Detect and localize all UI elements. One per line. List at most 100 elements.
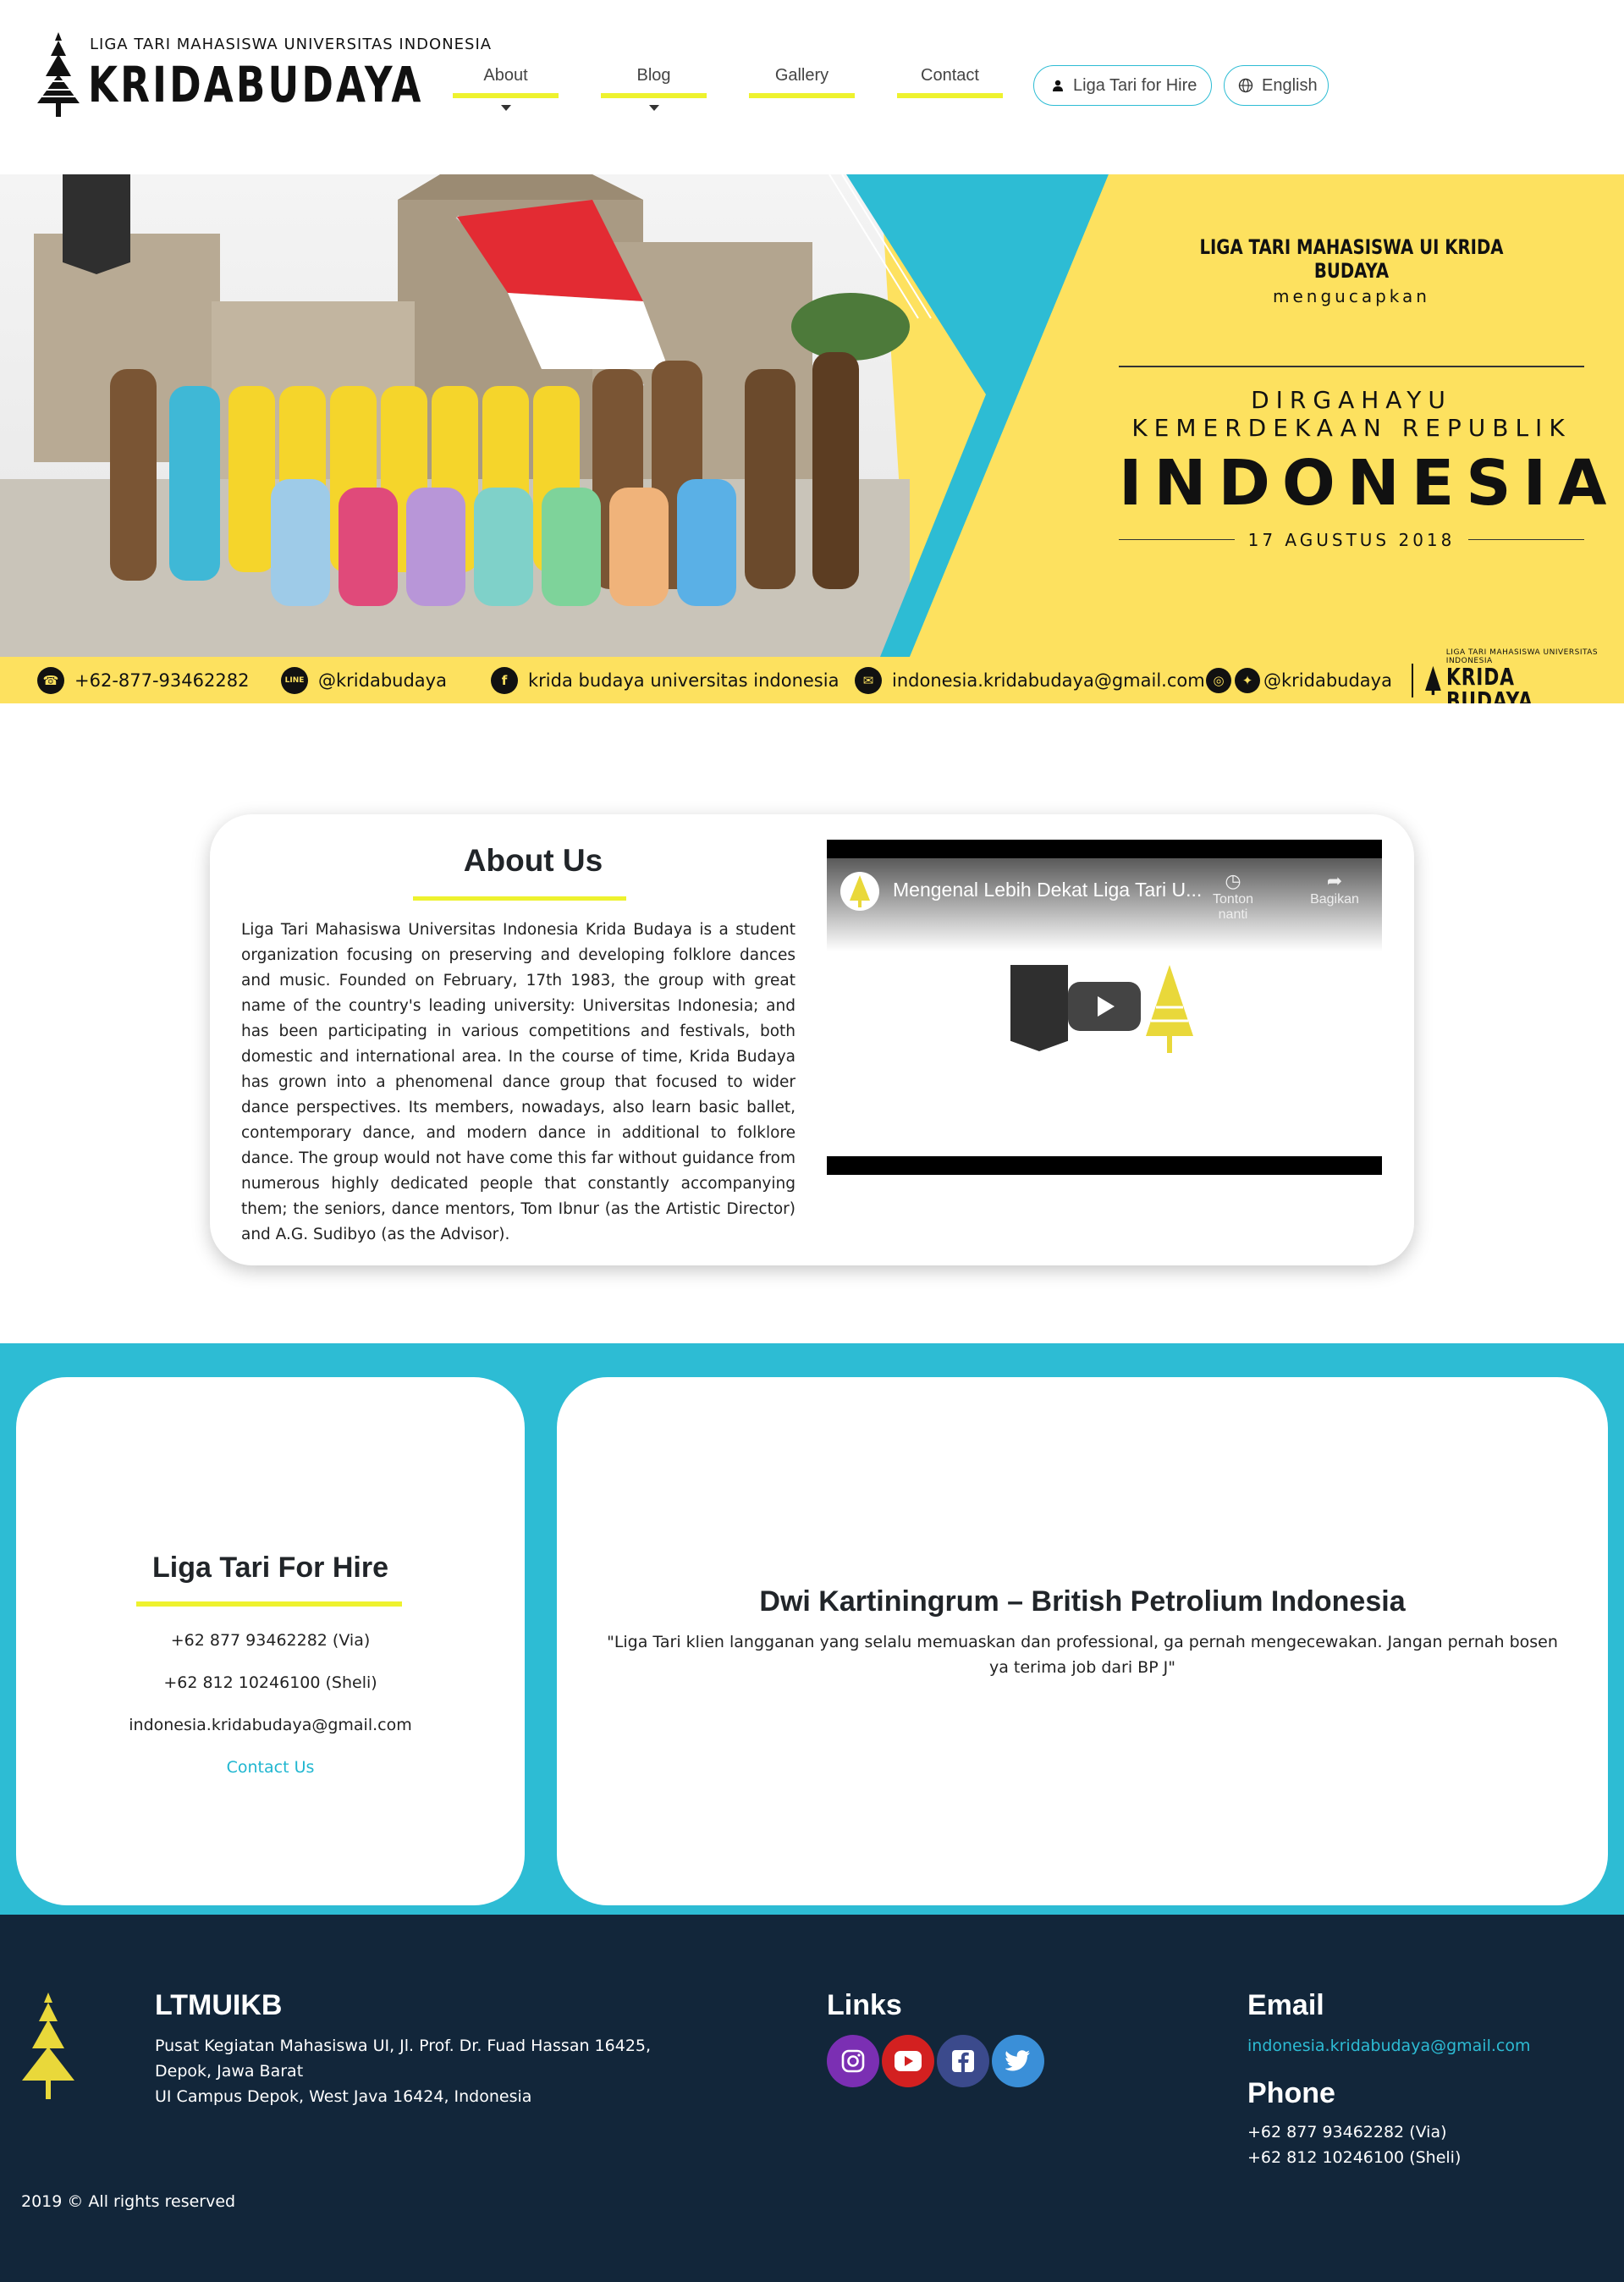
nav-contact-label: Contact xyxy=(921,66,979,85)
footer-address: Pusat Kegiatan Mahasiswa UI, Jl. Prof. D… xyxy=(155,2033,651,2109)
nav-gallery-label: Gallery xyxy=(774,66,829,85)
play-button-icon[interactable] xyxy=(1068,982,1141,1031)
kridabudaya-emblem-icon xyxy=(850,875,870,907)
footer-phone2: +62 812 10246100 (Sheli) xyxy=(1247,2148,1462,2167)
footer-social-links xyxy=(827,2035,1044,2087)
kridabudaya-emblem-icon xyxy=(1425,665,1441,696)
footer-links-title: Links xyxy=(827,1989,902,2021)
banner-divider xyxy=(1119,366,1584,367)
nav-gallery[interactable]: Gallery xyxy=(749,66,855,98)
brand-subtitle: LIGA TARI MAHASISWA UNIVERSITAS INDONESI… xyxy=(90,36,493,53)
strip-phone-text: +62-877-93462282 xyxy=(74,670,250,691)
site-logo[interactable]: LIGA TARI MAHASISWA UNIVERSITAS INDONESI… xyxy=(34,25,491,123)
hire-phone1: +62 877 93462282 (Via) xyxy=(170,1631,371,1650)
footer-address-line3: UI Campus Depok, West Java 16424, Indone… xyxy=(155,2087,532,2106)
language-button-label: English xyxy=(1262,75,1318,95)
hire-underline xyxy=(136,1601,402,1607)
youtube-icon[interactable] xyxy=(882,2035,934,2087)
phone-icon: ☎ xyxy=(37,666,64,694)
banner-text: LIGA TARI MAHASISWA UI KRIDA BUDAYA meng… xyxy=(1119,235,1619,550)
kridabudaya-emblem-icon xyxy=(37,32,80,117)
hire-title: Liga Tari For Hire xyxy=(152,1552,388,1584)
twitter-icon[interactable] xyxy=(992,2035,1044,2087)
strip-facebook-text: krida budaya universitas indonesia xyxy=(528,670,840,691)
strip-line-text: @kridabudaya xyxy=(318,670,447,691)
banner-line2: mengucapkan xyxy=(1273,286,1430,306)
banner-line4: INDONESIA xyxy=(1119,446,1619,520)
footer-email-link[interactable]: indonesia.kridabudaya@gmail.com xyxy=(1247,2037,1530,2055)
testimonial-quote: "Liga Tari klien langganan yang selalu m… xyxy=(607,1633,1558,1677)
footer-address-line1: Pusat Kegiatan Mahasiswa UI, Jl. Prof. D… xyxy=(155,2037,652,2055)
footer-address-line2: Depok, Jawa Barat xyxy=(155,2062,304,2081)
strip-social-text: @kridabudaya xyxy=(1263,670,1392,691)
nav-blog[interactable]: Blog xyxy=(601,66,707,111)
banner-date: 17 AGUSTUS 2018 xyxy=(1119,530,1584,550)
twitter-icon: ✦ xyxy=(1235,667,1260,693)
strip-brand: LIGA TARI MAHASISWA UNIVERSITAS INDONESI… xyxy=(1412,648,1624,703)
strip-line: LINE @kridabudaya xyxy=(281,666,447,694)
video-letterbox-top xyxy=(827,840,1382,858)
language-button[interactable]: English xyxy=(1224,65,1329,106)
ui-badge-icon xyxy=(63,174,130,274)
hire-email: indonesia.kridabudaya@gmail.com xyxy=(129,1716,412,1734)
globe-icon xyxy=(1238,78,1253,93)
site-header: LIGA TARI MAHASISWA UNIVERSITAS INDONESI… xyxy=(0,0,1624,174)
video-header: Mengenal Lebih Dekat Liga Tari U... ◷ To… xyxy=(827,858,1382,951)
video-title[interactable]: Mengenal Lebih Dekat Liga Tari U... xyxy=(893,879,1202,901)
instagram-icon[interactable] xyxy=(827,2035,879,2087)
main-nav: About Blog Gallery Contact xyxy=(453,66,1003,111)
caret-down-icon xyxy=(648,105,659,111)
strip-facebook: f krida budaya universitas indonesia xyxy=(491,666,840,694)
share-label: Bagikan xyxy=(1310,892,1359,907)
testimonial-name: Dwi Kartiningrum – British Petrolium Ind… xyxy=(759,1585,1406,1618)
strip-social: ◎ ✦ @kridabudaya xyxy=(1206,667,1392,693)
footer-copyright: 2019 © All rights reserved xyxy=(21,2192,236,2211)
banner-line3: DIRGAHAYU KEMERDEKAAN REPUBLIK xyxy=(1131,385,1572,442)
strip-email: ✉ indonesia.kridabudaya@gmail.com xyxy=(855,666,1205,694)
line-app-icon: LINE xyxy=(281,666,308,694)
strip-brand-main: KRIDA BUDAYA xyxy=(1445,663,1533,704)
contact-us-link[interactable]: Contact Us xyxy=(16,1758,525,1777)
footer-org-title: LTMUIKB xyxy=(155,1989,283,2021)
strip-phone: ☎ +62-877-93462282 xyxy=(37,666,250,694)
facebook-icon: f xyxy=(491,666,518,694)
hire-button[interactable]: Liga Tari for Hire xyxy=(1033,65,1212,106)
banner-date-text: 17 AGUSTUS 2018 xyxy=(1247,529,1456,550)
facebook-icon[interactable] xyxy=(937,2035,989,2087)
footer-phone-title: Phone xyxy=(1247,2077,1335,2109)
watch-later-label: Tonton nanti xyxy=(1212,892,1254,922)
about-underline xyxy=(413,896,626,901)
ui-badge-icon xyxy=(1010,965,1068,1051)
video-letterbox-bottom xyxy=(827,1156,1382,1175)
nav-blog-label: Blog xyxy=(636,66,671,85)
hire-phone2: +62 812 10246100 (Sheli) xyxy=(163,1673,377,1692)
about-text: Liga Tari Mahasiswa Universitas Indonesi… xyxy=(241,921,795,1243)
brand-name: KRIDABUDAYA xyxy=(88,56,424,113)
mail-icon: ✉ xyxy=(855,666,882,694)
kridabudaya-emblem-icon xyxy=(1146,965,1193,1053)
channel-avatar[interactable] xyxy=(840,872,879,911)
nav-contact[interactable]: Contact xyxy=(897,66,1003,98)
testimonial-card: Dwi Kartiningrum – British Petrolium Ind… xyxy=(557,1377,1608,1905)
hire-card: Liga Tari For Hire +62 877 93462282 (Via… xyxy=(16,1377,525,1905)
share-button[interactable]: ➦ Bagikan xyxy=(1301,870,1368,907)
kridabudaya-emblem-icon xyxy=(22,1993,74,2099)
share-icon: ➦ xyxy=(1326,870,1343,891)
clock-icon: ◷ xyxy=(1225,870,1241,891)
site-footer: LTMUIKB Pusat Kegiatan Mahasiswa UI, Jl.… xyxy=(0,1915,1624,2282)
about-card: About Us Liga Tari Mahasiswa Universitas… xyxy=(210,814,1414,1265)
youtube-video-embed[interactable]: Mengenal Lebih Dekat Liga Tari U... ◷ To… xyxy=(827,840,1382,1175)
hire-button-label: Liga Tari for Hire xyxy=(1073,75,1197,95)
nav-about[interactable]: About xyxy=(453,66,559,111)
banner-contact-strip: ☎ +62-877-93462282 LINE @kridabudaya f k… xyxy=(0,648,1624,703)
user-icon xyxy=(1053,80,1063,91)
footer-phone1: +62 877 93462282 (Via) xyxy=(1247,2123,1447,2141)
banner-line1: LIGA TARI MAHASISWA UI KRIDA BUDAYA xyxy=(1199,235,1504,283)
hire-section: Liga Tari For Hire +62 877 93462282 (Via… xyxy=(0,1343,1624,1915)
nav-about-label: About xyxy=(483,66,528,85)
watch-later-button[interactable]: ◷ Tonton nanti xyxy=(1199,870,1267,923)
video-thumbnail xyxy=(1010,965,1198,1058)
instagram-icon: ◎ xyxy=(1206,667,1231,693)
hero-banner: LIGA TARI MAHASISWA UI KRIDA BUDAYA meng… xyxy=(0,174,1624,703)
caret-down-icon xyxy=(500,105,511,111)
